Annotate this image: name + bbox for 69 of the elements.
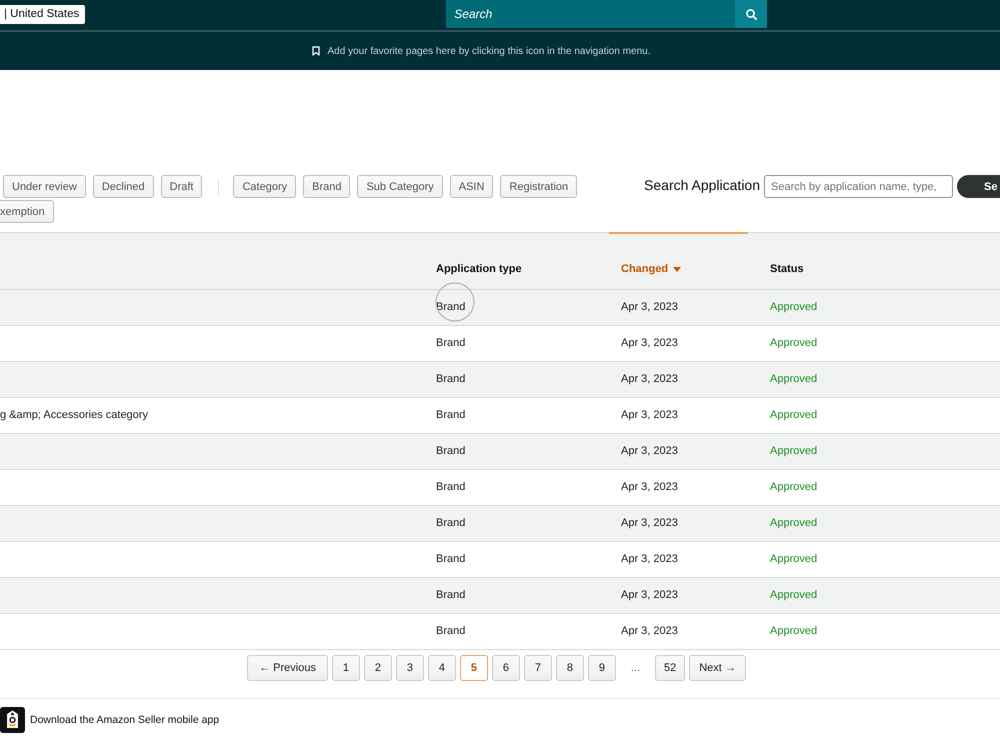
page-button[interactable]: 52 <box>654 655 686 681</box>
status-text: Approved <box>770 373 818 385</box>
search-icon <box>746 8 757 20</box>
ring-icon <box>435 282 475 322</box>
previous-button[interactable]: ← Previous <box>247 655 328 681</box>
page-button[interactable]: 2 <box>364 655 392 681</box>
page-button[interactable]: 5 <box>460 655 488 681</box>
status-text: Approved <box>770 589 818 601</box>
shopping-tag-icon <box>0 707 25 733</box>
search-field[interactable]: Search <box>446 0 736 28</box>
page-button[interactable]: 7 <box>524 655 552 681</box>
status-text: Approved <box>770 481 818 493</box>
table-cell: Brand <box>436 481 466 493</box>
status-text: Approved <box>770 409 818 421</box>
status-text: Approved <box>770 301 818 313</box>
filter-button[interactable]: Registration <box>500 175 578 198</box>
status-text: Approved <box>770 517 818 529</box>
table-cell: Brand <box>436 589 466 601</box>
sort-caret-icon <box>673 267 682 272</box>
column-header[interactable]: Status <box>770 263 804 276</box>
filter-button[interactable]: xemption <box>0 200 54 223</box>
filter-button[interactable]: Declined <box>92 175 154 198</box>
table-cell: Brand <box>436 373 466 385</box>
page-button[interactable]: 6 <box>492 655 520 681</box>
bookmark-icon <box>312 46 320 56</box>
table-cell: Brand <box>436 301 466 313</box>
status-text: Approved <box>770 337 818 349</box>
download-app-link[interactable]: Download the Amazon Seller mobile app <box>30 714 220 726</box>
favorites-hint-text: Add your favorite pages here by clicking this icon in the navigation menu. <box>328 46 650 56</box>
table-cell: Apr 3, 2023 <box>621 301 678 313</box>
status-text: Approved <box>770 553 818 565</box>
table-cell: Apr 3, 2023 <box>621 553 678 565</box>
next-button[interactable]: Next → <box>689 655 746 681</box>
table-cell: Brand <box>436 337 466 349</box>
filter-button[interactable]: Category <box>233 175 296 198</box>
table-cell: Apr 3, 2023 <box>621 409 678 421</box>
search-submit-button[interactable]: Se <box>957 175 1000 198</box>
table-cell: Brand <box>436 409 466 421</box>
page-button[interactable]: 1 <box>332 655 360 681</box>
filter-button[interactable]: Draft <box>160 175 202 198</box>
table-cell: g &amp; Accessories category <box>0 409 148 421</box>
table-cell: Apr 3, 2023 <box>621 625 678 637</box>
table-cell: Apr 3, 2023 <box>621 589 678 601</box>
filter-button[interactable]: ASIN <box>450 175 494 198</box>
table-cell: Apr 3, 2023 <box>621 445 678 457</box>
column-header[interactable]: Application type <box>436 263 522 276</box>
status-text: Approved <box>770 625 818 637</box>
page-button[interactable]: 4 <box>428 655 456 681</box>
column-header[interactable]: Changed <box>621 263 682 276</box>
marketplace-selector[interactable]: | United States <box>0 5 86 24</box>
table-cell: Apr 3, 2023 <box>621 481 678 493</box>
application-search-field[interactable]: Search by application name, type, <box>764 175 953 198</box>
table-cell: Brand <box>436 553 466 565</box>
table-cell: Brand <box>436 625 466 637</box>
search-button[interactable] <box>735 0 768 28</box>
ellipsis-text: ... <box>630 661 642 676</box>
page-button[interactable]: 3 <box>396 655 424 681</box>
filter-button[interactable]: Under review <box>3 175 86 198</box>
table-cell: Apr 3, 2023 <box>621 337 678 349</box>
page-button[interactable]: 9 <box>588 655 616 681</box>
table-cell: Brand <box>436 445 466 457</box>
filter-button[interactable]: Brand <box>303 175 350 198</box>
table-cell: Apr 3, 2023 <box>621 373 678 385</box>
status-text: Approved <box>770 445 818 457</box>
search-label: Search Application <box>644 176 760 192</box>
page-button[interactable]: 8 <box>556 655 584 681</box>
filter-button[interactable]: Sub Category <box>357 175 443 198</box>
table-cell: Brand <box>436 517 466 529</box>
table-cell: Apr 3, 2023 <box>621 517 678 529</box>
